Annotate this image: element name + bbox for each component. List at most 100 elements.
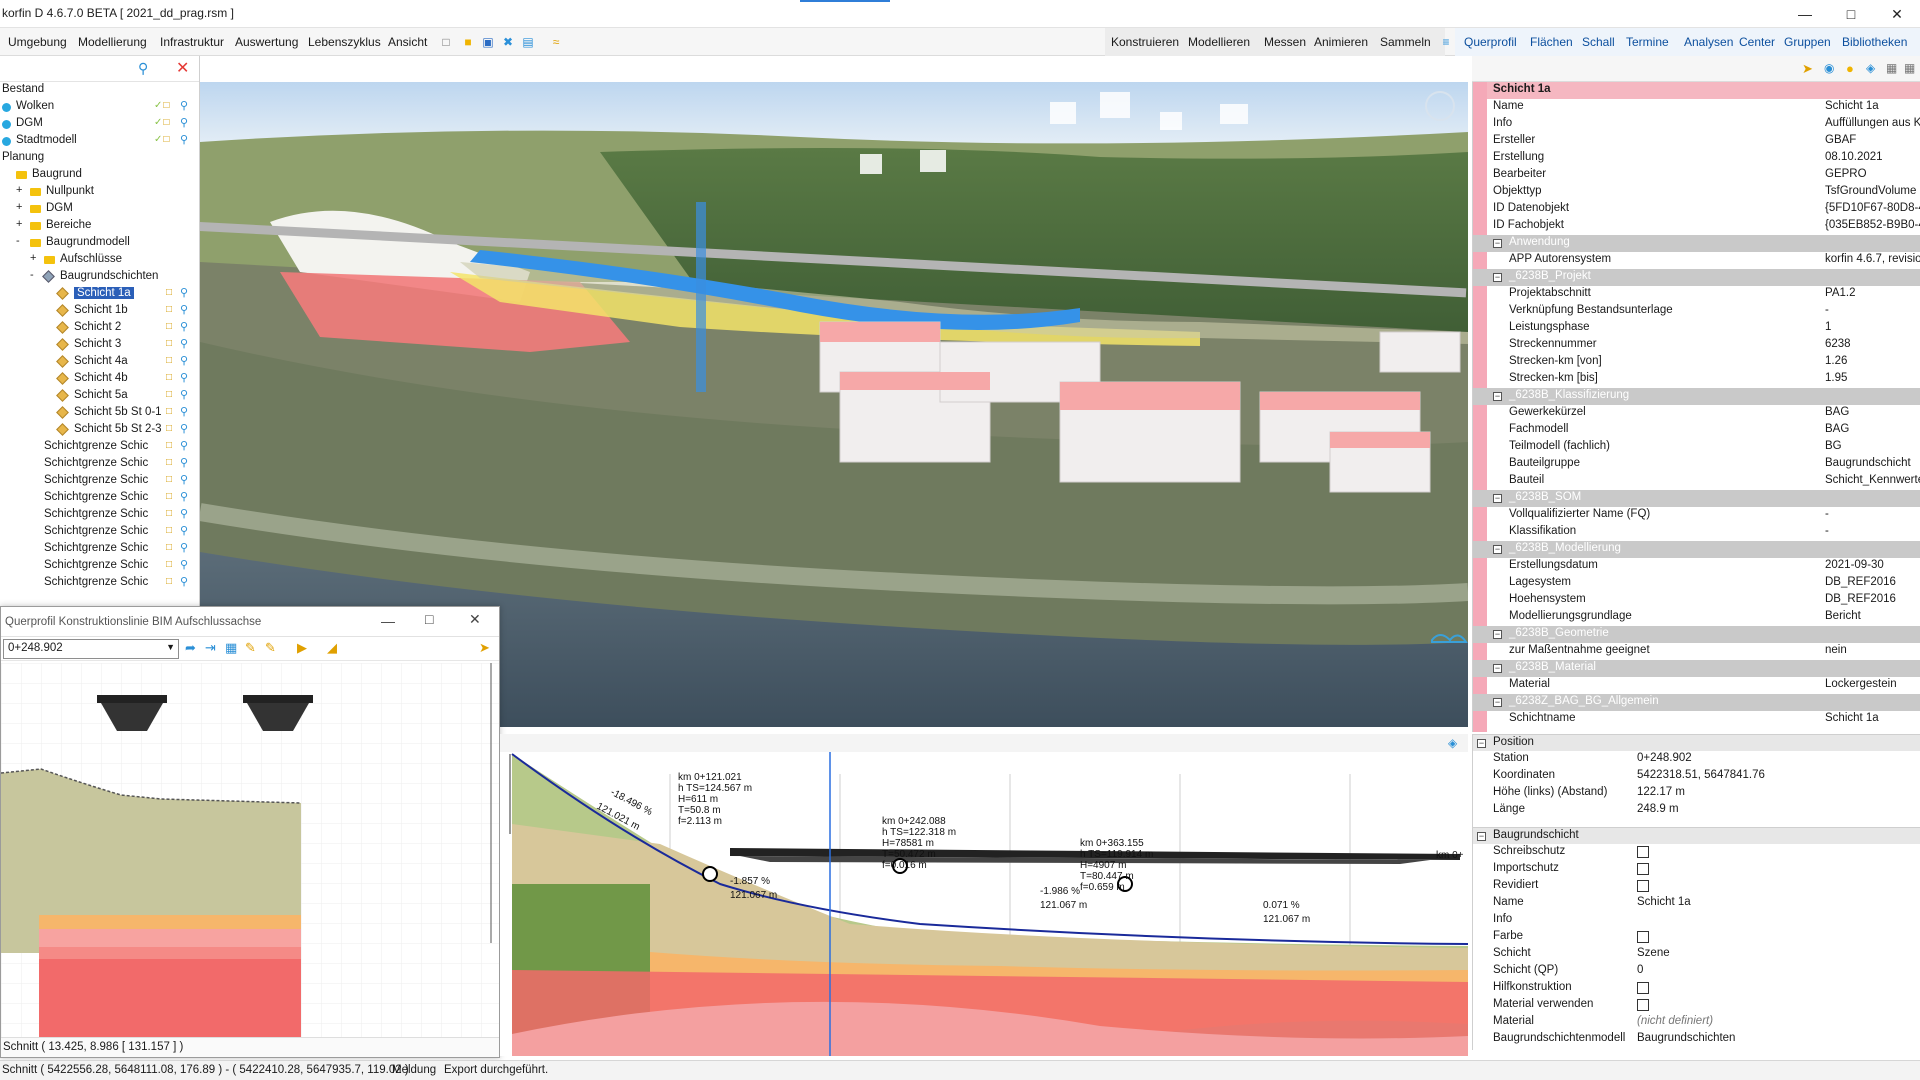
visibility-state-icon[interactable]: □: [166, 542, 173, 553]
prop-value[interactable]: Schicht 1a: [1825, 100, 1879, 112]
prop-row[interactable]: Leistungsphase 1: [1473, 320, 1920, 337]
save-icon[interactable]: ▣: [480, 34, 496, 50]
menu-umgebung[interactable]: Umgebung: [8, 35, 67, 49]
tree-item[interactable]: Schicht 5b St 0-1 □ ⚲: [0, 405, 199, 422]
tools-icon[interactable]: ✖: [500, 34, 516, 50]
collapse-icon[interactable]: −: [1493, 664, 1502, 673]
layers-icon[interactable]: ≈: [548, 34, 564, 50]
cross-section-window[interactable]: Querprofil Konstruktionslinie BIM Aufsch…: [0, 606, 500, 1058]
prop-row[interactable]: Info: [1473, 912, 1920, 929]
wifi-icon[interactable]: ◈: [1866, 61, 1875, 75]
tree-item[interactable]: + Nullpunkt: [0, 184, 199, 201]
prop-value[interactable]: GBAF: [1825, 134, 1856, 146]
zoom-to-icon[interactable]: ⚲: [180, 371, 188, 384]
prop-row[interactable]: Bauteil Schicht_Kennwerte: [1473, 473, 1920, 490]
checkbox[interactable]: [1637, 880, 1649, 892]
collapse-icon[interactable]: −: [1493, 630, 1502, 639]
zoom-to-icon[interactable]: ⚲: [180, 558, 188, 571]
prop-value[interactable]: Schicht_Kennwerte: [1825, 474, 1920, 486]
prop-value[interactable]: nein: [1825, 644, 1847, 656]
prop-row[interactable]: Lagesystem DB_REF2016: [1473, 575, 1920, 592]
collapse-icon[interactable]: -: [30, 269, 34, 281]
prop-row[interactable]: Erstellungsdatum 2021-09-30: [1473, 558, 1920, 575]
prop-value[interactable]: -: [1825, 508, 1829, 520]
prop-value[interactable]: Schicht 1a: [1637, 896, 1691, 908]
menu-lebenszyklus[interactable]: Lebenszyklus: [308, 35, 381, 49]
prop-value[interactable]: PA1.2: [1825, 287, 1855, 299]
menu-auswertung[interactable]: Auswertung: [235, 35, 298, 49]
prop-value[interactable]: Baugrundschichten: [1637, 1032, 1735, 1044]
zoom-to-icon[interactable]: ⚲: [180, 388, 188, 401]
tree-item[interactable]: + DGM: [0, 201, 199, 218]
prop-value[interactable]: Bericht: [1825, 610, 1861, 622]
jump-end-icon[interactable]: ⇥: [205, 640, 216, 656]
visibility-state-icon[interactable]: □: [166, 304, 173, 315]
menu-sammeln[interactable]: Sammeln: [1380, 35, 1431, 49]
menu-flaechen[interactable]: Flächen: [1530, 35, 1573, 49]
redo-icon[interactable]: ➦: [185, 640, 196, 656]
menu-termine[interactable]: Termine: [1626, 35, 1669, 49]
prop-row[interactable]: ID Fachobjekt {035EB852-B9B0-4: [1473, 218, 1920, 235]
zoom-to-icon[interactable]: ⚲: [180, 575, 188, 588]
visibility-state-icon[interactable]: □: [166, 321, 173, 332]
tree-item[interactable]: + Aufschlüsse: [0, 252, 199, 269]
table-icon[interactable]: ▦: [225, 640, 237, 656]
menu-bibliotheken[interactable]: Bibliotheken: [1842, 35, 1907, 49]
tree-item[interactable]: Schicht 2 □ ⚲: [0, 320, 199, 337]
pencil-icon[interactable]: ✎: [245, 640, 256, 656]
prop-row[interactable]: Höhe (links) (Abstand) 122.17 m: [1473, 785, 1920, 802]
export-icon[interactable]: ▤: [520, 34, 536, 50]
prop-row[interactable]: Länge 248.9 m: [1473, 802, 1920, 819]
prop-group[interactable]: − _6238B_Modellierung: [1473, 541, 1920, 558]
collapse-icon[interactable]: −: [1493, 273, 1502, 282]
collapse-icon[interactable]: −: [1493, 392, 1502, 401]
prop-value[interactable]: DB_REF2016: [1825, 593, 1896, 605]
list-icon[interactable]: ≡: [1438, 34, 1454, 50]
expand-icon[interactable]: +: [16, 201, 22, 213]
prop-row[interactable]: Revidiert: [1473, 878, 1920, 895]
prop-value[interactable]: -: [1825, 304, 1829, 316]
tree-item[interactable]: Schichtgrenze Schic □ ⚲: [0, 456, 199, 473]
prop-row[interactable]: Schreibschutz: [1473, 844, 1920, 861]
menu-ansicht[interactable]: Ansicht: [388, 35, 427, 49]
prop-value[interactable]: Szene: [1637, 947, 1670, 959]
zoom-to-icon[interactable]: ⚲: [180, 286, 188, 299]
tree-item[interactable]: Stadtmodell ✓□ ⚲: [0, 133, 199, 150]
prop-value[interactable]: 0: [1637, 964, 1643, 976]
visibility-state-icon[interactable]: □: [166, 355, 173, 366]
checkbox[interactable]: [1637, 999, 1649, 1011]
grid-icon[interactable]: ▦: [1886, 61, 1897, 75]
zoom-to-icon[interactable]: ⚲: [180, 405, 188, 418]
prop-value[interactable]: Schicht 1a: [1825, 712, 1879, 724]
prop-value[interactable]: 0+248.902: [1637, 752, 1692, 764]
tree-item[interactable]: - Baugrundschichten: [0, 269, 199, 286]
visibility-state-icon[interactable]: □: [166, 474, 173, 485]
tree-item[interactable]: DGM ✓□ ⚲: [0, 116, 199, 133]
prop-value[interactable]: -: [1825, 525, 1829, 537]
play-icon[interactable]: ▶: [297, 640, 307, 656]
wifi-icon[interactable]: ◈: [1448, 736, 1457, 750]
prop-row[interactable]: Schicht Szene: [1473, 946, 1920, 963]
prop-row[interactable]: Verknüpfung Bestandsunterlage -: [1473, 303, 1920, 320]
collapse-icon[interactable]: −: [1493, 698, 1502, 707]
prop-value[interactable]: BAG: [1825, 406, 1849, 418]
tree-item[interactable]: Bestand: [0, 82, 199, 99]
prop-row[interactable]: Streckennummer 6238: [1473, 337, 1920, 354]
zoom-to-icon[interactable]: ⚲: [180, 337, 188, 350]
prop-row[interactable]: Bauteilgruppe Baugrundschicht: [1473, 456, 1920, 473]
visibility-state-icon[interactable]: □: [166, 559, 173, 570]
tree-item[interactable]: Planung: [0, 150, 199, 167]
expand-icon[interactable]: +: [16, 218, 22, 230]
prop-row[interactable]: Teilmodell (fachlich) BG: [1473, 439, 1920, 456]
checkbox[interactable]: [1637, 863, 1649, 875]
visibility-state-icon[interactable]: ✓□: [154, 100, 170, 111]
zoom-to-icon[interactable]: ⚲: [180, 524, 188, 537]
tree-item[interactable]: + Bereiche: [0, 218, 199, 235]
prop-group[interactable]: − Anwendung: [1473, 235, 1920, 252]
checkbox[interactable]: [1637, 846, 1649, 858]
visibility-state-icon[interactable]: □: [166, 423, 173, 434]
bulb-icon[interactable]: ●: [1846, 61, 1854, 76]
tree-item[interactable]: Schicht 4b □ ⚲: [0, 371, 199, 388]
tree-item[interactable]: Schicht 1b □ ⚲: [0, 303, 199, 320]
prop-value[interactable]: BAG: [1825, 423, 1849, 435]
